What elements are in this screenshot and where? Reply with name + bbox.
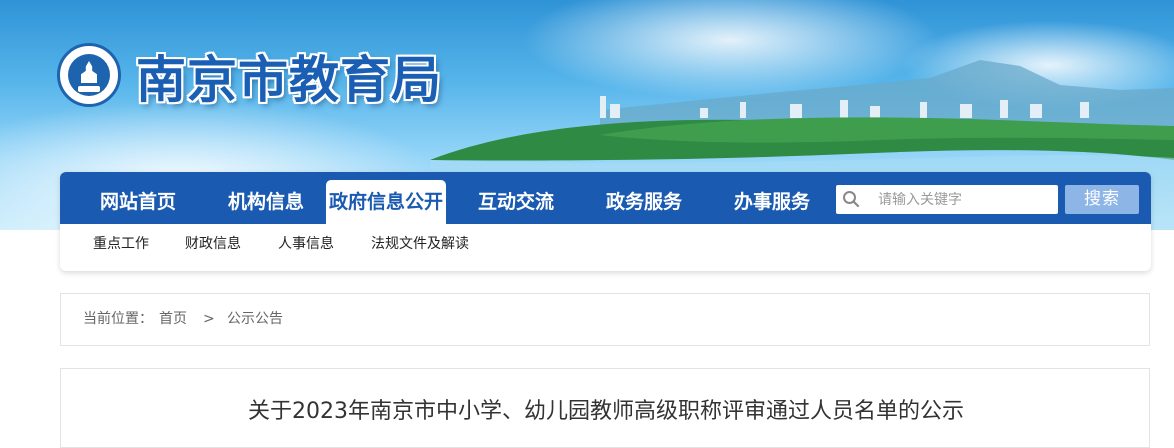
subnav-item-regulations[interactable]: 法规文件及解读	[371, 224, 469, 264]
search-icon	[843, 191, 860, 208]
search-box	[836, 185, 1058, 214]
nav-item-home[interactable]: 网站首页	[78, 180, 198, 224]
nav-item-affairs[interactable]: 办事服务	[712, 180, 832, 224]
nanjing-education-emblem-icon	[57, 43, 121, 107]
site-title: 南京市教育局	[136, 50, 442, 109]
search-input[interactable]	[878, 185, 1053, 214]
nav-item-interaction[interactable]: 互动交流	[456, 180, 576, 224]
sub-nav: 重点工作 财政信息 人事信息 法规文件及解读	[60, 224, 1151, 271]
nav-item-government-info[interactable]: 政府信息公开	[326, 180, 446, 224]
nav-item-organization[interactable]: 机构信息	[206, 180, 326, 224]
navigation-panel: 网站首页 机构信息 政府信息公开 互动交流 政务服务 办事服务 搜索 重点工作 …	[60, 172, 1151, 271]
breadcrumb-current[interactable]: 公示公告	[227, 294, 283, 345]
subnav-item-personnel[interactable]: 人事信息	[278, 224, 334, 264]
subnav-item-finance[interactable]: 财政信息	[185, 224, 241, 264]
emblem-ribbon	[78, 86, 100, 92]
article-container: 关于2023年南京市中小学、幼儿园教师高级职称评审通过人员名单的公示	[60, 368, 1150, 448]
breadcrumb-home-link[interactable]: 首页	[159, 294, 187, 345]
main-nav: 网站首页 机构信息 政府信息公开 互动交流 政务服务 办事服务 搜索	[60, 172, 1151, 224]
breadcrumb: 当前位置： 首页 > 公示公告	[60, 293, 1150, 346]
breadcrumb-prefix: 当前位置：	[83, 311, 153, 327]
breadcrumb-separator: >	[203, 311, 215, 327]
subnav-item-key-work[interactable]: 重点工作	[93, 224, 149, 264]
search-button[interactable]: 搜索	[1065, 185, 1139, 214]
article-title: 关于2023年南京市中小学、幼儿园教师高级职称评审通过人员名单的公示	[248, 399, 964, 424]
nav-item-services[interactable]: 政务服务	[584, 180, 704, 224]
